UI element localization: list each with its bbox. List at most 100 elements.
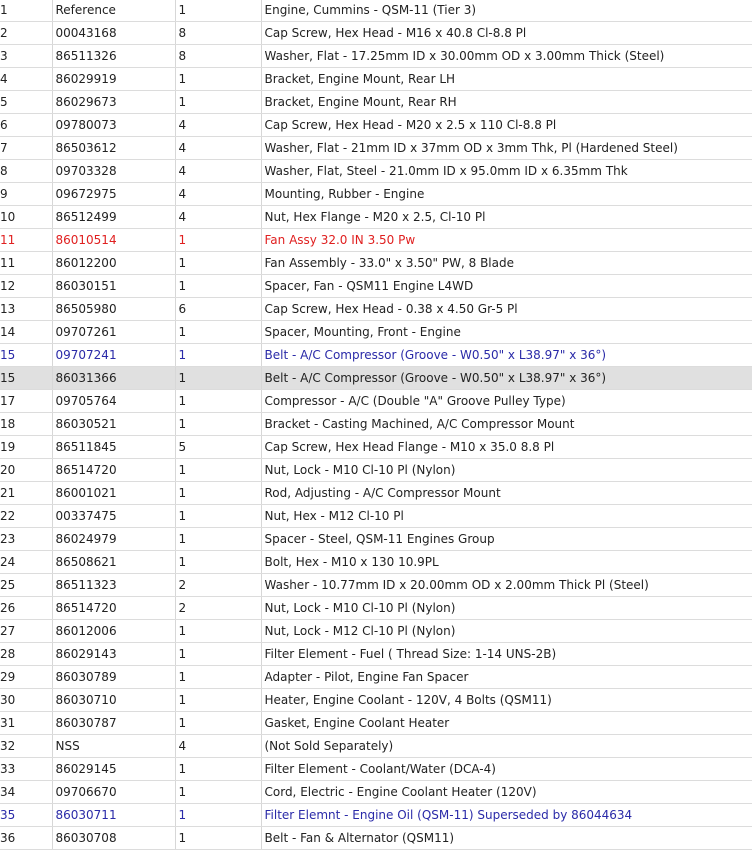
description-cell: Adapter - Pilot, Engine Fan Spacer	[261, 665, 752, 689]
table-row[interactable]: 8 09703328 4 Washer, Flat, Steel - 21.0mm I…	[0, 159, 752, 183]
description-cell: Fan Assembly - 33.0" x 3.50" PW, 8 Blade	[261, 251, 752, 275]
table-row[interactable]: 35 86030711 1 Filter Elemnt - Engine Oil (Q…	[0, 803, 752, 827]
quantity-cell: 4	[175, 159, 262, 183]
ref-cell: 14	[0, 320, 53, 344]
table-row[interactable]: 32 NSS 4 (Not Sold Separately)	[0, 734, 752, 758]
description-cell: Bolt, Hex - M10 x 130 10.9PL	[261, 550, 752, 574]
table-row[interactable]: 28 86029143 1 Filter Element - Fuel ( Threa…	[0, 642, 752, 666]
quantity-cell: 1	[175, 251, 262, 275]
table-row[interactable]: 9 09672975 4 Mounting, Rubber - Engine	[0, 182, 752, 206]
description-cell: Bracket, Engine Mount, Rear LH	[261, 67, 752, 91]
table-row[interactable]: 13 86505980 6 Cap Screw, Hex Head - 0.38 x …	[0, 297, 752, 321]
table-row[interactable]: 23 86024979 1 Spacer - Steel, QSM-11 Engine…	[0, 527, 752, 551]
description-cell: Washer, Flat - 17.25mm ID x 30.00mm OD x…	[261, 44, 752, 68]
quantity-cell: 1	[175, 274, 262, 298]
parts-table-body: 1 Reference 1 Engine, Cummins - QSM-11 (Tie…	[0, 0, 752, 850]
table-row[interactable]: 18 86030521 1 Bracket - Casting Machined, A…	[0, 412, 752, 436]
quantity-cell: 1	[175, 481, 262, 505]
part-number-cell: 86514720	[52, 596, 176, 620]
table-row[interactable]: 26 86514720 2 Nut, Lock - M10 Cl-10 Pl (Nyl…	[0, 596, 752, 620]
ref-cell: 11	[0, 228, 53, 252]
quantity-cell: 4	[175, 182, 262, 206]
table-row[interactable]: 27 86012006 1 Nut, Lock - M12 Cl-10 Pl (Nyl…	[0, 619, 752, 643]
part-number-cell: 86511845	[52, 435, 176, 459]
ref-cell: 27	[0, 619, 53, 643]
description-cell: Cap Screw, Hex Head - M20 x 2.5 x 110 Cl…	[261, 113, 752, 137]
quantity-cell: 4	[175, 205, 262, 229]
part-number-cell: 09707261	[52, 320, 176, 344]
table-row[interactable]: 33 86029145 1 Filter Element - Coolant/Wate…	[0, 757, 752, 781]
part-number-cell: 86508621	[52, 550, 176, 574]
description-cell: Washer, Flat, Steel - 21.0mm ID x 95.0mm…	[261, 159, 752, 183]
part-number-cell: 86030708	[52, 826, 176, 850]
quantity-cell: 1	[175, 343, 262, 367]
description-cell: Cap Screw, Hex Head Flange - M10 x 35.0 …	[261, 435, 752, 459]
table-row[interactable]: 22 00337475 1 Nut, Hex - M12 Cl-10 Pl	[0, 504, 752, 528]
description-cell: Cap Screw, Hex Head - 0.38 x 4.50 Gr-5 P…	[261, 297, 752, 321]
part-number-cell: 86503612	[52, 136, 176, 160]
table-row[interactable]: 31 86030787 1 Gasket, Engine Coolant Heater	[0, 711, 752, 735]
table-row[interactable]: 11 86012200 1 Fan Assembly - 33.0" x 3.50" …	[0, 251, 752, 275]
ref-cell: 17	[0, 389, 53, 413]
quantity-cell: 1	[175, 711, 262, 735]
part-number-cell: 86512499	[52, 205, 176, 229]
table-row[interactable]: 29 86030789 1 Adapter - Pilot, Engine Fan S…	[0, 665, 752, 689]
table-row[interactable]: 30 86030710 1 Heater, Engine Coolant - 120V…	[0, 688, 752, 712]
part-number-cell: 86505980	[52, 297, 176, 321]
part-number-cell: 86511326	[52, 44, 176, 68]
part-number-cell: 86031366	[52, 366, 176, 390]
description-cell: Nut, Lock - M10 Cl-10 Pl (Nylon)	[261, 458, 752, 482]
description-cell: Spacer - Steel, QSM-11 Engines Group	[261, 527, 752, 551]
table-row[interactable]: 19 86511845 5 Cap Screw, Hex Head Flange - …	[0, 435, 752, 459]
part-number-cell: 09672975	[52, 182, 176, 206]
part-number-cell: 09780073	[52, 113, 176, 137]
part-number-cell: 86030787	[52, 711, 176, 735]
part-number-cell: 86511323	[52, 573, 176, 597]
table-row[interactable]: 17 09705764 1 Compressor - A/C (Double "A" …	[0, 389, 752, 413]
description-cell: Bracket - Casting Machined, A/C Compress…	[261, 412, 752, 436]
quantity-cell: 6	[175, 297, 262, 321]
table-row[interactable]: 15 09707241 1 Belt - A/C Compressor (Groove…	[0, 343, 752, 367]
table-row[interactable]: 2 00043168 8 Cap Screw, Hex Head - M16 x 40…	[0, 21, 752, 45]
description-cell: Bracket, Engine Mount, Rear RH	[261, 90, 752, 114]
table-row[interactable]: 1 Reference 1 Engine, Cummins - QSM-11 (Tie…	[0, 0, 752, 22]
ref-cell: 18	[0, 412, 53, 436]
table-row[interactable]: 14 09707261 1 Spacer, Mounting, Front - Eng…	[0, 320, 752, 344]
table-row[interactable]: 12 86030151 1 Spacer, Fan - QSM11 Engine L4…	[0, 274, 752, 298]
table-row[interactable]: 4 86029919 1 Bracket, Engine Mount, Rear LH	[0, 67, 752, 91]
quantity-cell: 1	[175, 803, 262, 827]
description-cell: Heater, Engine Coolant - 120V, 4 Bolts (…	[261, 688, 752, 712]
table-row[interactable]: 3 86511326 8 Washer, Flat - 17.25mm ID x 30…	[0, 44, 752, 68]
table-row[interactable]: 34 09706670 1 Cord, Electric - Engine Coola…	[0, 780, 752, 804]
description-cell: Filter Element - Fuel ( Thread Size: 1-1…	[261, 642, 752, 666]
description-cell: Compressor - A/C (Double "A" Groove Pull…	[261, 389, 752, 413]
quantity-cell: 1	[175, 389, 262, 413]
ref-cell: 23	[0, 527, 53, 551]
ref-cell: 31	[0, 711, 53, 735]
table-row[interactable]: 36 86030708 1 Belt - Fan & Alternator (QSM1…	[0, 826, 752, 850]
table-row[interactable]: 6 09780073 4 Cap Screw, Hex Head - M20 x 2.…	[0, 113, 752, 137]
ref-cell: 36	[0, 826, 53, 850]
description-cell: Belt - Fan & Alternator (QSM11)	[261, 826, 752, 850]
table-row[interactable]: 10 86512499 4 Nut, Hex Flange - M20 x 2.5, …	[0, 205, 752, 229]
part-number-cell: 86030711	[52, 803, 176, 827]
table-row[interactable]: 20 86514720 1 Nut, Lock - M10 Cl-10 Pl (Nyl…	[0, 458, 752, 482]
part-number-cell: 86029145	[52, 757, 176, 781]
description-cell: Cord, Electric - Engine Coolant Heater (…	[261, 780, 752, 804]
quantity-cell: 2	[175, 573, 262, 597]
description-cell: Washer, Flat - 21mm ID x 37mm OD x 3mm T…	[261, 136, 752, 160]
quantity-cell: 4	[175, 734, 262, 758]
table-row[interactable]: 15 86031366 1 Belt - A/C Compressor (Groove…	[0, 366, 752, 390]
table-row[interactable]: 7 86503612 4 Washer, Flat - 21mm ID x 37mm …	[0, 136, 752, 160]
quantity-cell: 4	[175, 136, 262, 160]
table-row[interactable]: 5 86029673 1 Bracket, Engine Mount, Rear RH	[0, 90, 752, 114]
table-row[interactable]: 21 86001021 1 Rod, Adjusting - A/C Compress…	[0, 481, 752, 505]
description-cell: Nut, Hex - M12 Cl-10 Pl	[261, 504, 752, 528]
table-row[interactable]: 11 86010514 1 Fan Assy 32.0 IN 3.50 Pw	[0, 228, 752, 252]
part-number-cell: 00337475	[52, 504, 176, 528]
ref-cell: 26	[0, 596, 53, 620]
table-row[interactable]: 24 86508621 1 Bolt, Hex - M10 x 130 10.9PL	[0, 550, 752, 574]
description-cell: Nut, Hex Flange - M20 x 2.5, Cl-10 Pl	[261, 205, 752, 229]
table-row[interactable]: 25 86511323 2 Washer - 10.77mm ID x 20.00mm…	[0, 573, 752, 597]
description-cell: Cap Screw, Hex Head - M16 x 40.8 Cl-8.8 …	[261, 21, 752, 45]
